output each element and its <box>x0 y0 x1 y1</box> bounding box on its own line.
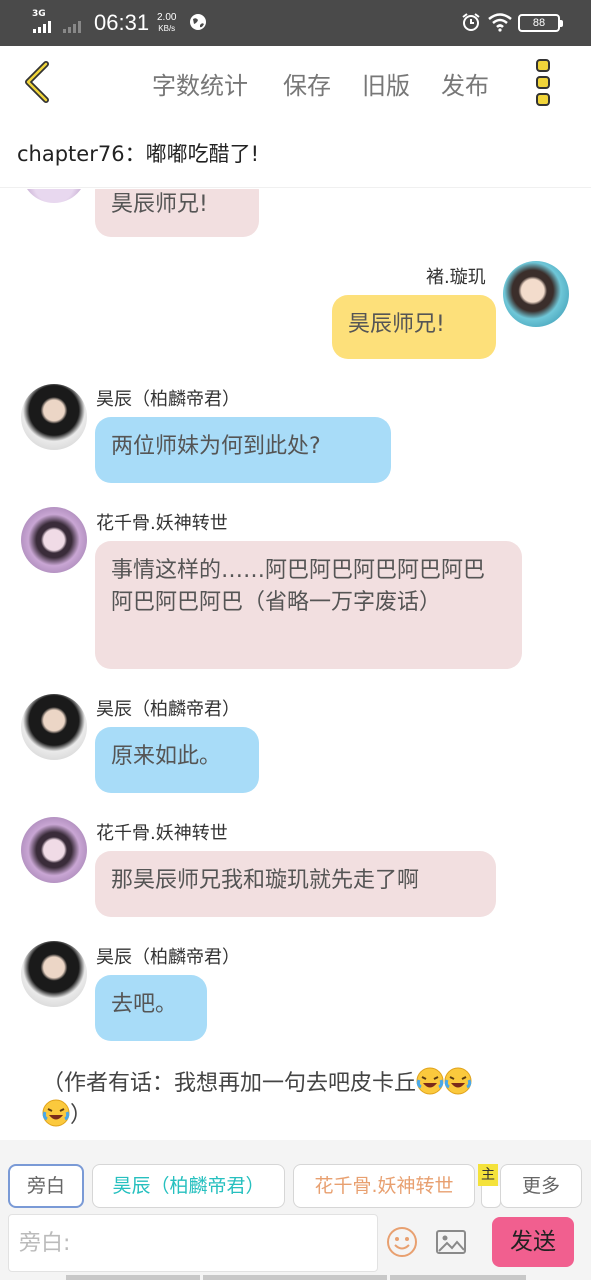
publish-button[interactable]: 发布 <box>441 66 489 101</box>
role-chip-aside[interactable]: 旁白 <box>8 1164 84 1208</box>
send-button[interactable]: 发送 <box>492 1217 574 1267</box>
top-toolbar: 字数统计 保存 旧版 发布 <box>0 46 591 122</box>
signal-icon <box>33 21 81 33</box>
avatar[interactable] <box>21 941 87 1007</box>
message-bubble[interactable]: 那昊辰师兄我和璇玑就先走了啊 <box>95 851 496 917</box>
sender-name: 昊辰（柏麟帝君） <box>96 389 240 410</box>
avatar[interactable] <box>21 694 87 760</box>
message-bubble[interactable]: 昊辰师兄! <box>95 189 259 237</box>
message-input-wrapper <box>8 1214 378 1272</box>
word-count-button[interactable]: 字数统计 <box>152 66 248 101</box>
author-note-end: ） <box>70 1103 93 1128</box>
sender-name: 昊辰（柏麟帝君） <box>96 947 240 968</box>
status-bar: 3G 06:31 2.00 KB/s 88 <box>0 0 591 46</box>
author-note-text: （作者有话：我想再加一句去吧皮卡丘 <box>42 1071 417 1096</box>
globe-icon <box>190 14 206 30</box>
avatar[interactable] <box>21 817 87 883</box>
role-chip-partial[interactable] <box>481 1186 501 1208</box>
speed-unit: KB/s <box>158 24 176 33</box>
nav-bar-segment <box>203 1275 387 1280</box>
message-bubble[interactable]: 昊辰师兄! <box>332 295 496 359</box>
avatar[interactable] <box>21 507 87 573</box>
save-button[interactable]: 保存 <box>283 66 331 101</box>
emoji-icon[interactable] <box>386 1226 418 1258</box>
avatar[interactable] <box>503 261 569 327</box>
chat-list[interactable]: 昊辰师兄! 褚.璇玑 昊辰师兄! 昊辰（柏麟帝君） 两位师妹为何到此处? 花千骨… <box>0 189 591 1139</box>
avatar[interactable] <box>21 189 87 203</box>
compose-panel: 旁白 昊辰（柏麟帝君） 花千骨.妖神转世 主 更多 发送 <box>0 1140 591 1280</box>
laughing-emoji-icon <box>416 1067 444 1095</box>
role-chip-haochen[interactable]: 昊辰（柏麟帝君） <box>92 1164 285 1208</box>
nav-bar-segment <box>66 1275 200 1280</box>
laughing-emoji-icon <box>444 1067 472 1095</box>
main-role-badge: 主 <box>478 1164 498 1186</box>
chapter-title[interactable]: chapter76：嘟嘟吃醋了! <box>17 138 259 168</box>
more-roles-button[interactable]: 更多 <box>500 1164 582 1208</box>
old-version-button[interactable]: 旧版 <box>362 66 410 101</box>
sender-name: 花千骨.妖神转世 <box>96 513 228 534</box>
message-bubble[interactable]: 去吧。 <box>95 975 207 1041</box>
author-note[interactable]: （作者有话：我想再加一句去吧皮卡丘 ） <box>42 1067 562 1131</box>
wifi-icon <box>488 13 512 32</box>
nav-bar-segment <box>390 1275 526 1280</box>
message-input[interactable] <box>9 1215 377 1271</box>
clock: 06:31 <box>94 10 150 35</box>
message-bubble[interactable]: 两位师妹为何到此处? <box>95 417 391 483</box>
image-icon[interactable] <box>435 1228 467 1256</box>
avatar[interactable] <box>21 384 87 450</box>
chapter-header: chapter76：嘟嘟吃醋了! <box>0 122 591 188</box>
battery-indicator: 88 <box>518 14 563 32</box>
more-menu-icon[interactable] <box>528 58 558 108</box>
message-bubble[interactable]: 事情这样的……阿巴阿巴阿巴阿巴阿巴阿巴阿巴阿巴（省略一万字废话） <box>95 541 522 669</box>
sender-name: 昊辰（柏麟帝君） <box>96 699 240 720</box>
sender-name: 褚.璇玑 <box>426 267 486 288</box>
message-bubble[interactable]: 原来如此。 <box>95 727 259 793</box>
laughing-emoji-icon <box>42 1099 70 1127</box>
back-arrow-icon[interactable] <box>18 60 58 104</box>
speed-value: 2.00 <box>157 12 177 23</box>
network-speed: 2.00 KB/s <box>157 12 176 34</box>
alarm-icon <box>462 13 480 31</box>
sender-name: 花千骨.妖神转世 <box>96 823 228 844</box>
role-chip-huaqiangu[interactable]: 花千骨.妖神转世 <box>293 1164 475 1208</box>
network-type: 3G <box>32 9 46 19</box>
